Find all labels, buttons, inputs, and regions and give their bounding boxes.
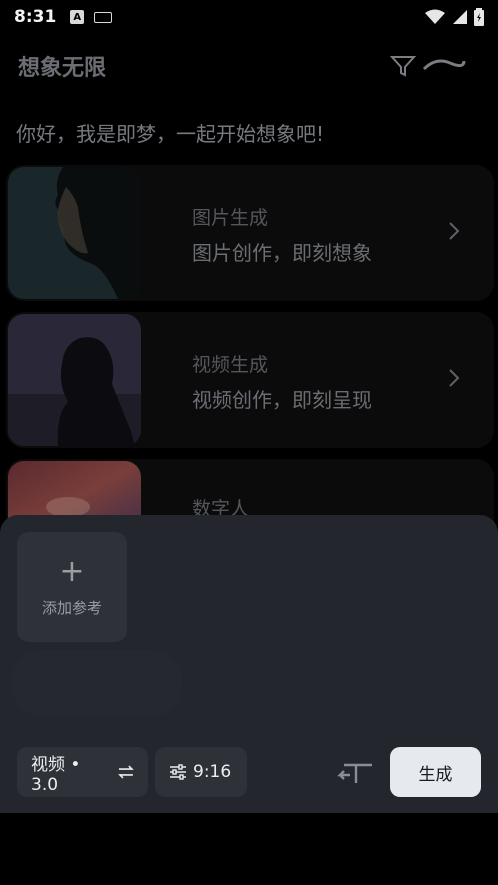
- model-label: 视频 • 3.0: [31, 754, 81, 795]
- feature-title: 视频生成: [192, 354, 269, 376]
- prompt-input[interactable]: [12, 650, 182, 716]
- wifi-icon: [425, 9, 445, 24]
- signal-icon: [453, 10, 467, 24]
- chevron-right-icon: [449, 369, 460, 387]
- video-generation-thumbnail: [8, 314, 141, 446]
- aspect-ratio-label: 9:16: [193, 762, 232, 782]
- feature-subtitle: 视频创作，即刻呈现: [192, 388, 372, 412]
- model-selector[interactable]: 视频 • 3.0: [17, 747, 148, 797]
- add-reference-button[interactable]: + 添加参考: [17, 532, 127, 642]
- app-title: 想象无限: [18, 56, 107, 81]
- add-reference-label: 添加参考: [41, 598, 102, 617]
- creation-sheet: + 添加参考 视频 • 3.0 9:16 生成: [0, 515, 498, 813]
- filter-button[interactable]: [390, 48, 470, 84]
- greeting-text: 你好，我是即梦，一起开始想象吧!: [16, 122, 325, 146]
- generate-button[interactable]: 生成: [390, 747, 481, 797]
- filter-icon: [390, 56, 416, 77]
- aspect-ratio-selector[interactable]: 9:16: [155, 747, 247, 797]
- chevron-right-icon: [449, 222, 460, 240]
- sliders-icon: [170, 764, 186, 780]
- image-generation-thumbnail: [8, 167, 141, 299]
- swap-icon: [118, 765, 134, 779]
- notification-a-icon: A: [70, 10, 85, 24]
- plus-icon: +: [59, 553, 85, 589]
- keyboard-icon: [94, 11, 113, 23]
- navigation-bar: [0, 813, 498, 885]
- feature-subtitle: 图片创作，即刻想象: [192, 241, 372, 265]
- feature-card-image[interactable]: 图片生成 图片创作，即刻想象: [6, 165, 494, 301]
- feature-title: 图片生成: [192, 207, 269, 229]
- status-time: 8:31: [14, 7, 57, 27]
- status-bar: 8:31 A: [0, 0, 498, 34]
- feature-card-video[interactable]: 视频生成 视频创作，即刻呈现: [6, 312, 494, 448]
- insert-icon[interactable]: [336, 757, 376, 787]
- brush-icon: [422, 59, 466, 71]
- battery-icon: [474, 8, 484, 26]
